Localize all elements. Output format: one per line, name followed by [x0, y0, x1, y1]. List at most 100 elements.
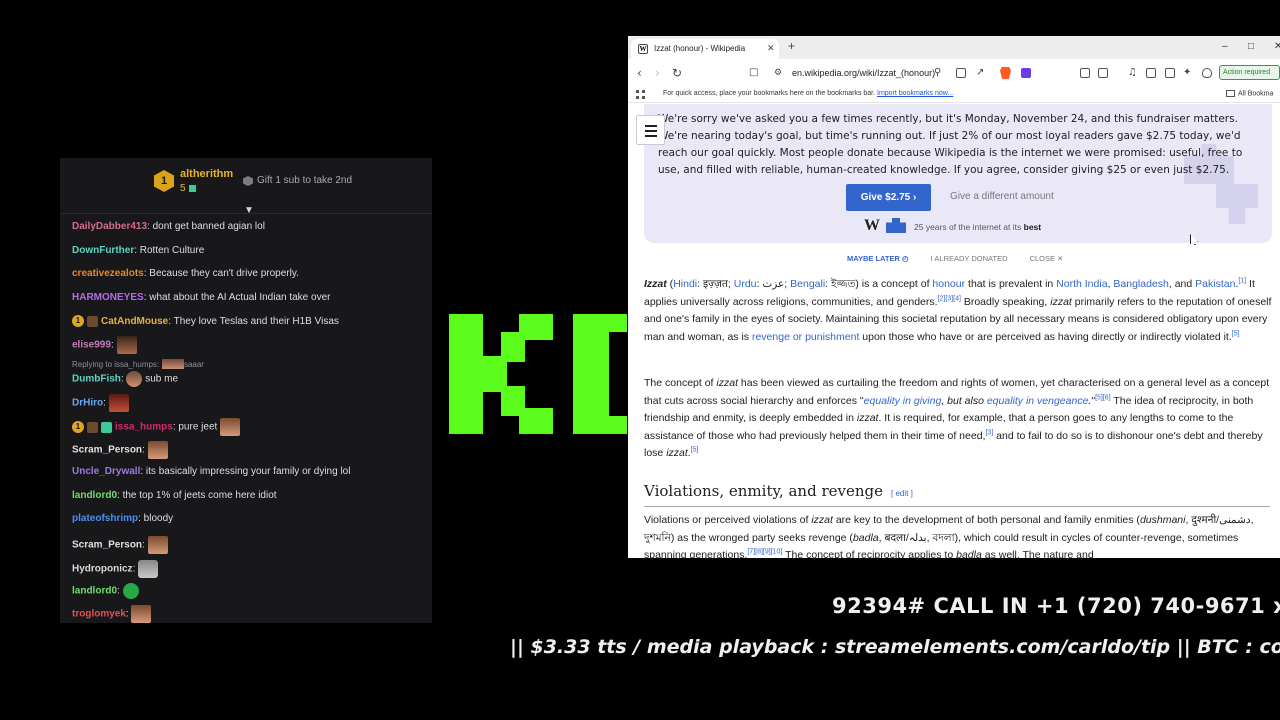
share-icon[interactable]: ↗ [976, 67, 984, 79]
chat-message: plateofshrimp: bloody [72, 512, 173, 526]
chat-message: 1 issa_humps: pure jeet [72, 418, 241, 436]
wallet-icon[interactable] [1098, 68, 1108, 78]
chat-message: Hydroponicz: [72, 560, 159, 578]
zoom-icon[interactable]: ⚲ [934, 67, 941, 79]
chat-text: sub me [145, 373, 179, 385]
tab-wikipedia[interactable]: W Izzat (honour) - Wikipedia ✕ [631, 39, 779, 59]
chat-message: troglomyek: [72, 605, 152, 623]
give-different-amount-link[interactable]: Give a different amount [950, 191, 1054, 202]
chat-username[interactable]: CatAndMouse [101, 316, 168, 327]
puzzle-decoration-icon [1216, 184, 1258, 224]
action-required-button[interactable]: Action required [1219, 65, 1280, 80]
chat-username[interactable]: DrHiro [72, 398, 103, 409]
chat-message: creativezealots: Because they can't driv… [72, 267, 299, 281]
chat-username[interactable]: issa_humps [115, 422, 173, 433]
browser-window: W Izzat (honour) - Wikipedia ✕ + – □ ✕ ‹… [628, 36, 1280, 558]
chat-username[interactable]: DumbFish [72, 374, 121, 385]
chat-username[interactable]: Scram_Person [72, 540, 142, 551]
wikipedia-logo-icon: W [864, 217, 880, 234]
wikipedia-favicon-icon: W [638, 44, 648, 54]
tab-bar: W Izzat (honour) - Wikipedia ✕ + – □ ✕ [628, 36, 1280, 59]
already-donated-link[interactable]: I ALREADY DONATED [931, 254, 1008, 263]
chat-leaderboard: 1 altherithm 5 Gift 1 sub to take 2nd ▼ [60, 158, 432, 216]
bookmark-icon[interactable]: □ [749, 67, 758, 79]
screenshot-icon[interactable] [1165, 68, 1175, 78]
table-of-contents-icon[interactable] [636, 115, 665, 145]
import-bookmarks-link[interactable]: Import bookmarks now... [877, 90, 953, 97]
all-bookmarks-button[interactable]: All Bookma [1226, 90, 1273, 97]
chat-username[interactable]: Uncle_Drywall [72, 466, 140, 477]
close-banner-link[interactable]: CLOSE [1030, 254, 1055, 263]
bookmarks-bar: For quick access, place your bookmarks h… [628, 87, 1280, 103]
clock-icon: ◴ [902, 254, 909, 263]
chat-text: : dont get banned agian lol [147, 221, 265, 232]
close-window-icon[interactable]: ✕ [1274, 41, 1280, 53]
chat-username[interactable]: elise999 [72, 340, 111, 351]
close-tab-icon[interactable]: ✕ [767, 43, 775, 54]
gift-count: 5 [180, 183, 186, 194]
shield-icon[interactable] [1202, 68, 1212, 78]
chat-text: : They love Teslas and their H1B Visas [168, 316, 339, 327]
article-paragraph: Violations or perceived violations of iz… [644, 514, 1254, 558]
section-divider [644, 506, 1270, 507]
chat-username[interactable]: landlord0 [72, 490, 117, 501]
banner-message: We're sorry we've asked you a few times … [658, 113, 1243, 176]
reader-icon[interactable] [956, 68, 966, 78]
emote-icon [147, 441, 168, 459]
maybe-later-link[interactable]: MAYBE LATER [847, 254, 900, 263]
chat-message: landlord0: [72, 583, 139, 599]
chat-text: : the top 1% of jeets come here idiot [117, 490, 277, 501]
chat-username[interactable]: landlord0 [72, 586, 117, 597]
gift-small-icon [188, 184, 196, 192]
back-icon[interactable]: ‹ [637, 67, 642, 79]
call-in-ticker: 92394# CALL IN +1 (720) 740-9671 x 329 [832, 594, 1280, 618]
chat-text: : what about the AI Actual Indian take o… [143, 292, 331, 303]
new-tab-icon[interactable]: + [788, 40, 795, 52]
top-gifter-name[interactable]: altherithm [180, 168, 233, 180]
chat-panel: 1 altherithm 5 Gift 1 sub to take 2nd ▼ … [60, 158, 432, 623]
chat-text: : [142, 539, 145, 551]
chat-text: : Rotten Culture [134, 245, 205, 256]
chat-message: DrHiro: [72, 394, 129, 412]
chat-username[interactable]: troglomyek [72, 609, 126, 620]
gift-icon [243, 176, 253, 186]
chat-message: elise999: [72, 336, 137, 354]
give-button[interactable]: Give $2.75 › [846, 184, 931, 211]
minimize-icon[interactable]: – [1222, 41, 1228, 53]
extensions-puzzle-icon[interactable]: ✦ [1183, 67, 1191, 79]
article-paragraph: The concept of izzat has been viewed as … [644, 377, 1270, 460]
edit-section-link[interactable]: [ edit ] [891, 489, 913, 498]
forward-icon[interactable]: › [655, 67, 660, 79]
bookmarks-hint: For quick access, place your bookmarks h… [663, 90, 953, 97]
brave-shields-icon[interactable] [1000, 67, 1011, 79]
give-label: Give $2.75 [860, 192, 911, 203]
chat-username[interactable]: Scram_Person [72, 445, 142, 456]
chat-text: : its basically impressing your family o… [140, 466, 351, 477]
apps-grid-icon[interactable] [636, 90, 645, 99]
sidebar-icon[interactable] [1146, 68, 1156, 78]
chat-message: Uncle_Drywall: its basically impressing … [72, 465, 350, 479]
green-logo-graphic [449, 314, 627, 434]
close-icon[interactable]: ✕ [1057, 254, 1063, 263]
chat-message: Scram_Person: [72, 441, 168, 459]
collapse-leaderboard-icon[interactable]: ▼ [244, 206, 256, 216]
wikipedia-puzzle-icon [886, 218, 906, 233]
site-info-icon[interactable]: ⚙ [774, 67, 782, 79]
maximize-icon[interactable]: □ [1248, 41, 1254, 53]
chat-text: : [120, 373, 124, 385]
section-heading: Violations, enmity, and revenge [ edit ] [644, 482, 913, 500]
chat-username[interactable]: plateofshrimp [72, 513, 138, 524]
rewards-icon[interactable] [1021, 68, 1031, 78]
gift-prompt[interactable]: Gift 1 sub to take 2nd [257, 175, 352, 186]
emote-icon [108, 394, 129, 412]
chat-username[interactable]: Hydroponicz [72, 564, 133, 575]
reload-icon[interactable]: ↻ [672, 67, 682, 79]
media-icon[interactable]: ♫ [1128, 67, 1137, 79]
chat-username[interactable]: DailyDabber413 [72, 221, 147, 232]
chat-text: : [117, 585, 120, 597]
chat-username[interactable]: DownFurther [72, 245, 134, 256]
address-bar[interactable]: en.wikipedia.org/wiki/Izzat_(honour) [792, 68, 935, 78]
chat-username[interactable]: HARMONEYES [72, 292, 144, 303]
chat-username[interactable]: creativezealots [72, 268, 144, 279]
extension-icon[interactable] [1080, 68, 1090, 78]
